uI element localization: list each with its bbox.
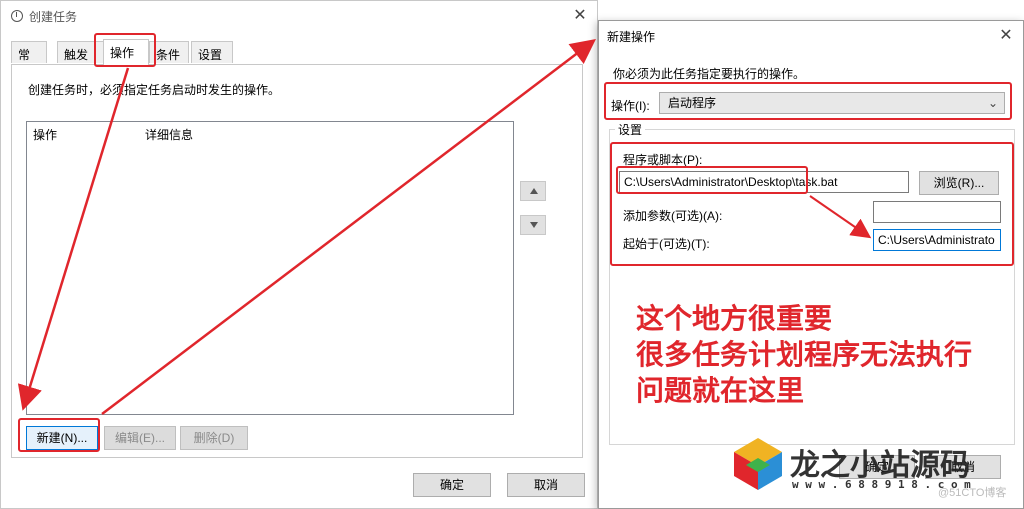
cube-logo-icon: [734, 438, 782, 490]
annotation-line-2: 很多任务计划程序无法执行: [636, 338, 973, 371]
arrow-new-to-dialog: [101, 38, 596, 415]
annotation-arrows: [17, 38, 872, 415]
tab-actions[interactable]: 操作: [103, 39, 149, 65]
watermark-credit: @51CTO博客: [938, 487, 1007, 499]
annotation-line-3: 问题就在这里: [636, 374, 805, 407]
arrow-tab-to-new: [17, 67, 130, 411]
annotation-line-1: 这个地方很重要: [636, 302, 833, 335]
watermark-logo: [730, 436, 786, 492]
arrow-path-to-startin: [809, 195, 872, 239]
